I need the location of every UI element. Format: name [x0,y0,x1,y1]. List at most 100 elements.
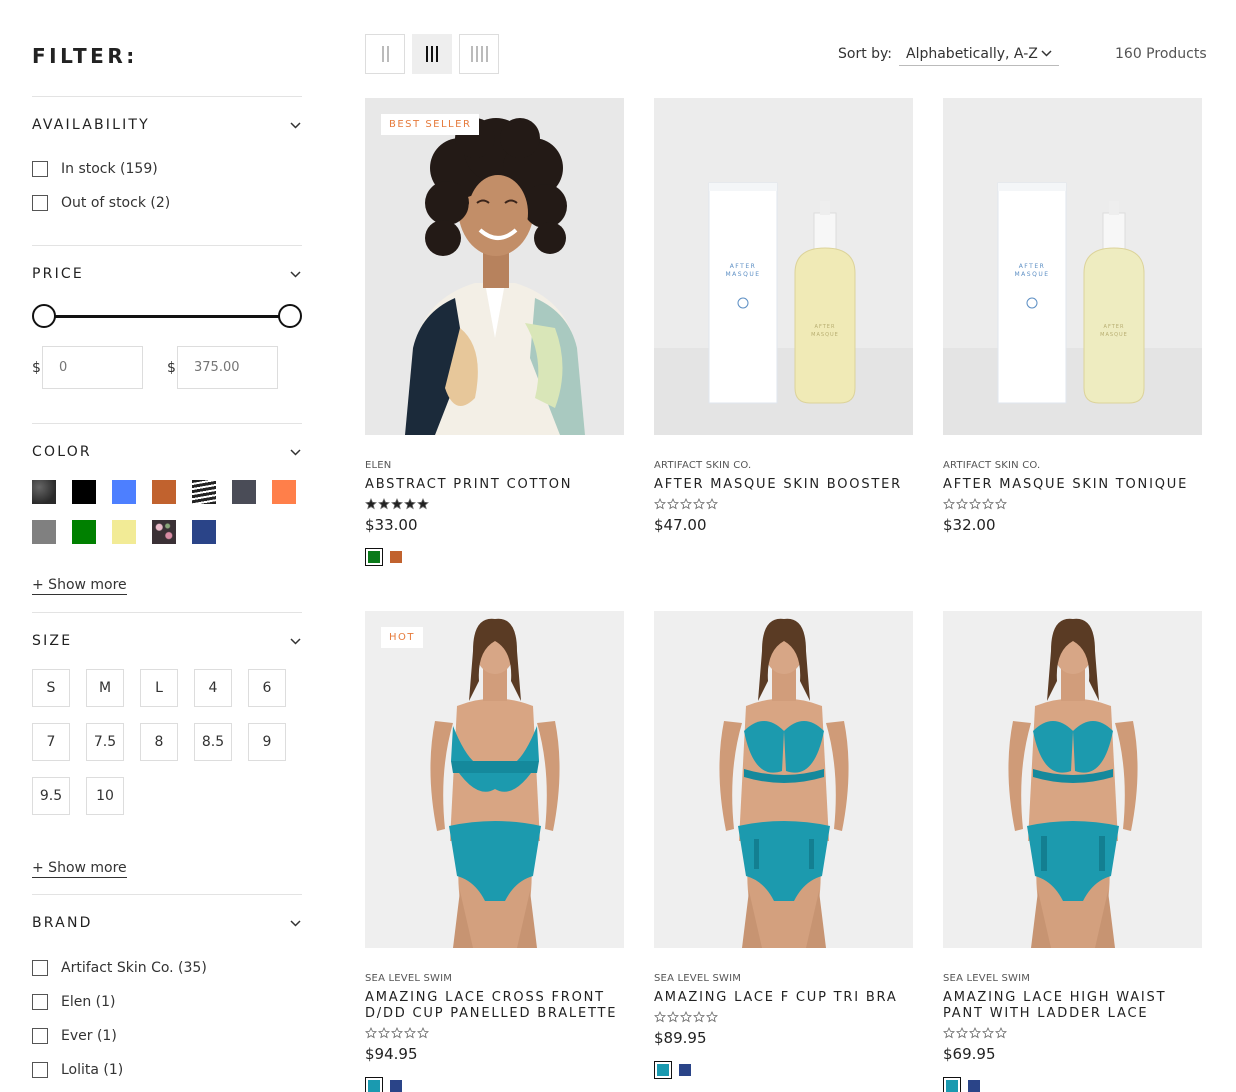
brand-option[interactable]: Elen (1) [32,985,302,1019]
star-icon [667,1011,679,1023]
product-title[interactable]: AMAZING LACE HIGH WAIST PANT WITH LADDER… [943,990,1202,1022]
size-option-button[interactable]: 7 [32,723,70,761]
color-swatch-floral[interactable] [152,520,176,544]
star-icon [391,498,403,510]
product-brand: SEA LEVEL SWIM [365,973,453,984]
size-option-button[interactable]: 8.5 [194,723,232,761]
price-min-input[interactable] [42,346,143,389]
brand-header[interactable]: BRAND [32,895,302,951]
product-card[interactable]: HOT SEA LEVEL SWIM AMAZING LACE CROSS FR… [365,611,624,1092]
color-swatch-charcoal-texture[interactable] [32,480,56,504]
star-icon [982,498,994,510]
availability-title: AVAILABILITY [32,117,150,133]
product-card[interactable]: BEST SELLER ELEN ABSTRACT PRINT COTTON $… [365,98,624,566]
price-title: PRICE [32,266,84,282]
checkbox[interactable] [32,1062,48,1078]
checkbox-label: In stock (159) [61,161,158,177]
price-inputs: $ $ [32,346,302,389]
color-swatch-blue[interactable] [112,480,136,504]
checkbox[interactable] [32,994,48,1010]
color-swatch-black[interactable] [72,480,96,504]
size-option-button[interactable]: M [86,669,124,707]
color-swatch-navy[interactable] [192,520,216,544]
product-title[interactable]: AFTER MASQUE SKIN TONIQUE [943,477,1202,493]
product-card[interactable]: SEA LEVEL SWIM AMAZING LACE F CUP TRI BR… [654,611,913,1079]
brand-option[interactable]: Lolita (1) [32,1053,302,1087]
size-option-button[interactable]: 4 [194,669,232,707]
product-image[interactable]: BEST SELLER [365,98,624,435]
product-color-swatch[interactable] [943,1077,961,1092]
price-header[interactable]: PRICE [32,246,302,302]
size-option-button[interactable]: 7.5 [86,723,124,761]
product-card[interactable]: AFTER MASQUE AFTER MASQUE ARTIFACT SKIN … [943,98,1202,548]
star-icon [982,1027,994,1039]
size-header[interactable]: SIZE [32,613,302,669]
color-swatch-green[interactable] [72,520,96,544]
product-color-swatch[interactable] [968,1080,980,1092]
size-option-button[interactable]: 9 [248,723,286,761]
sort-select[interactable]: Alphabetically, A-Z [899,42,1059,66]
star-icon [693,498,705,510]
chevron-down-icon [288,916,302,930]
checkbox[interactable] [32,1028,48,1044]
view-3-columns-button[interactable] [412,34,452,74]
product-image[interactable]: AFTER MASQUE AFTER MASQUE [943,98,1202,435]
product-color-swatch[interactable] [390,551,402,563]
checkbox[interactable] [32,161,48,177]
product-brand: ELEN [365,460,392,471]
product-card[interactable]: AFTER MASQUE AFTER MASQUE ARTIFACT SKIN … [654,98,913,548]
color-swatch-gray[interactable] [32,520,56,544]
product-color-swatch[interactable] [390,1080,402,1092]
sort-label: Sort by: [838,46,893,62]
color-swatch-slate[interactable] [232,480,256,504]
range-min-handle[interactable] [32,304,56,328]
price-range-slider[interactable] [32,304,302,328]
color-header[interactable]: COLOR [32,424,302,480]
product-title[interactable]: ABSTRACT PRINT COTTON [365,477,624,493]
size-option-button[interactable]: S [32,669,70,707]
price-section: PRICE $ $ [32,245,302,389]
product-title[interactable]: AMAZING LACE CROSS FRONT D/DD CUP PANELL… [365,990,624,1022]
color-swatch-orange[interactable] [272,480,296,504]
star-icon [706,498,718,510]
product-price: $94.95 [365,1045,418,1063]
checkbox[interactable] [32,960,48,976]
size-option-button[interactable]: L [140,669,178,707]
brand-section: BRAND Artifact Skin Co. (35) Elen (1) Ev… [32,894,302,1087]
availability-header[interactable]: AVAILABILITY [32,97,302,153]
product-title[interactable]: AMAZING LACE F CUP TRI BRA [654,990,913,1006]
size-title: SIZE [32,633,73,649]
product-title[interactable]: AFTER MASQUE SKIN BOOSTER [654,477,913,493]
product-image[interactable] [654,611,913,948]
product-image[interactable]: AFTER MASQUE AFTER MASQUE [654,98,913,435]
product-image[interactable] [943,611,1202,948]
price-max-input[interactable] [177,346,278,389]
color-swatch-light-yellow[interactable] [112,520,136,544]
product-color-swatch[interactable] [365,548,383,566]
size-option-button[interactable]: 10 [86,777,124,815]
product-image[interactable]: HOT [365,611,624,948]
view-2-columns-button[interactable] [365,34,405,74]
product-price: $33.00 [365,516,418,534]
size-option-button[interactable]: 6 [248,669,286,707]
star-icon [378,1027,390,1039]
color-swatch-rust[interactable] [152,480,176,504]
checkbox[interactable] [32,195,48,211]
checkbox-label: Ever (1) [61,1028,117,1044]
brand-option[interactable]: Artifact Skin Co. (35) [32,951,302,985]
color-show-more[interactable]: + Show more [32,577,127,595]
product-color-swatch[interactable] [654,1061,672,1079]
product-card[interactable]: SEA LEVEL SWIM AMAZING LACE HIGH WAIST P… [943,611,1202,1092]
product-color-swatch[interactable] [365,1077,383,1092]
currency-symbol: $ [167,359,176,376]
product-color-swatch[interactable] [679,1064,691,1076]
size-show-more[interactable]: + Show more [32,860,127,878]
range-max-handle[interactable] [278,304,302,328]
size-option-button[interactable]: 9.5 [32,777,70,815]
size-option-button[interactable]: 8 [140,723,178,761]
availability-in-stock[interactable]: In stock (159) [32,152,302,186]
view-4-columns-button[interactable] [459,34,499,74]
availability-out-of-stock[interactable]: Out of stock (2) [32,186,302,220]
color-swatch-stripes[interactable] [192,480,216,504]
brand-option[interactable]: Ever (1) [32,1019,302,1053]
